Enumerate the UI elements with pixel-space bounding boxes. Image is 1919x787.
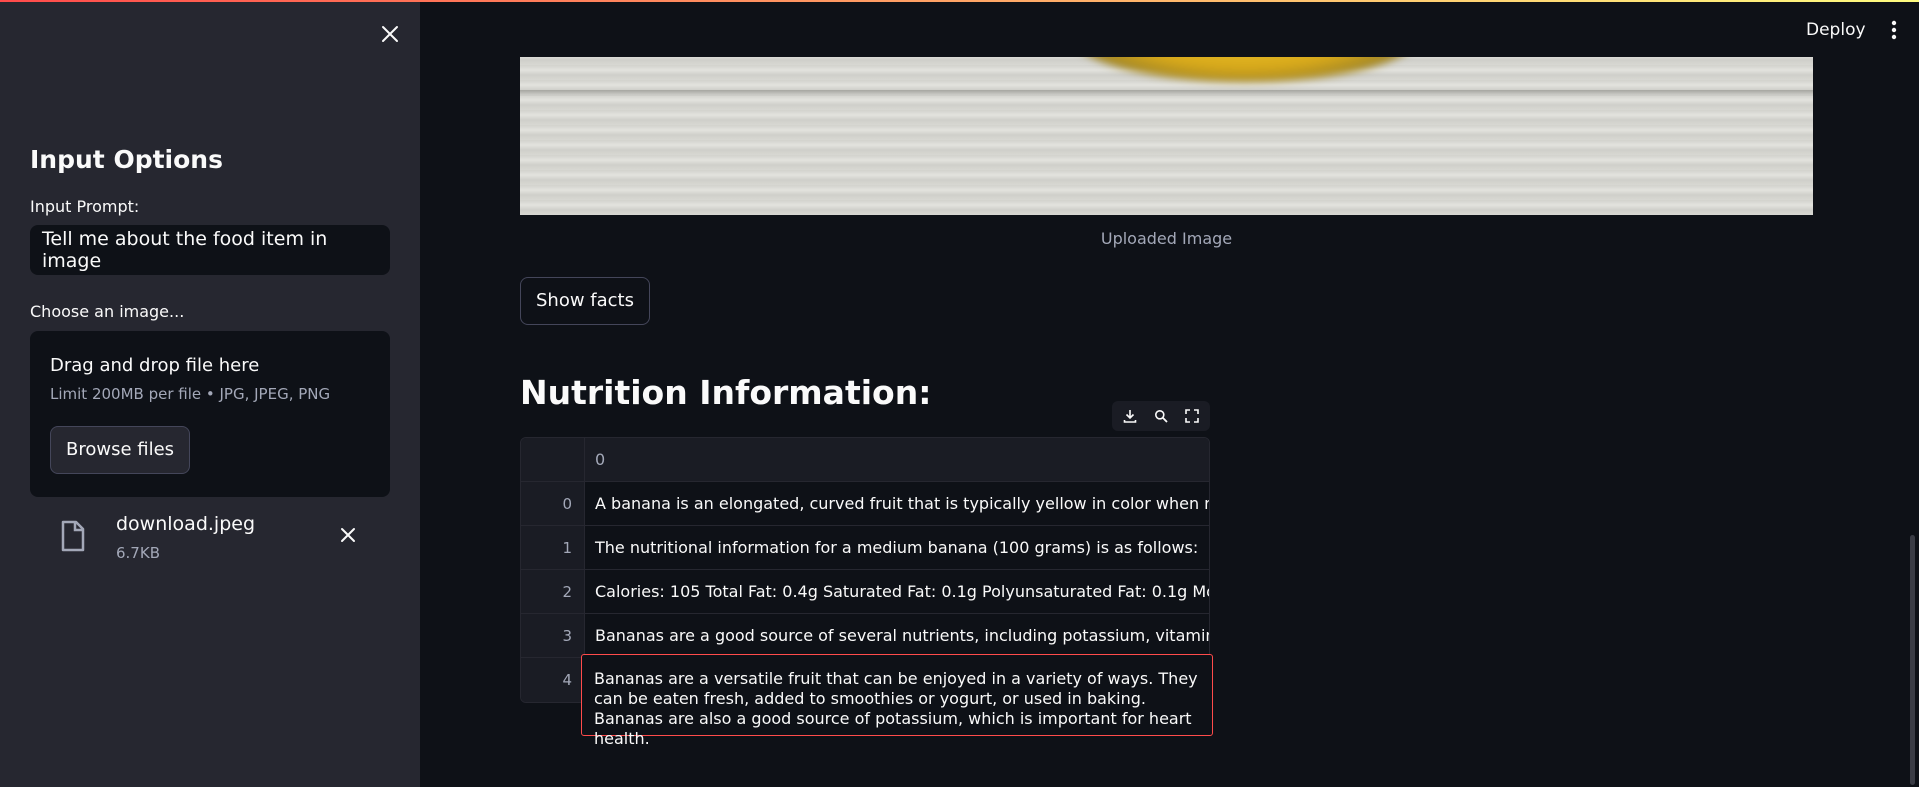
uploaded-file-item: download.jpeg 6.7KB [30, 507, 390, 569]
row-index: 1 [521, 526, 585, 569]
column-header[interactable]: 0 [585, 438, 1209, 481]
table-cell[interactable]: A banana is an elongated, curved fruit t… [585, 482, 1209, 525]
close-sidebar-button[interactable] [376, 20, 404, 48]
deploy-button[interactable]: Deploy [1794, 16, 1878, 44]
table-toolbar [1112, 401, 1210, 431]
close-icon [341, 528, 355, 542]
search-button[interactable] [1147, 402, 1174, 430]
main-menu-button[interactable] [1884, 16, 1904, 44]
input-prompt-label: Input Prompt: [30, 197, 140, 216]
table-row[interactable]: 3 Bananas are a good source of several n… [521, 614, 1209, 658]
more-vertical-icon [1891, 20, 1897, 40]
uploaded-image [520, 57, 1813, 215]
cell-editor[interactable]: Bananas are a versatile fruit that can b… [581, 654, 1213, 748]
file-dropzone[interactable]: Drag and drop file here Limit 200MB per … [30, 331, 390, 497]
index-header [521, 438, 585, 481]
table-cell[interactable]: Calories: 105 Total Fat: 0.4g Saturated … [585, 570, 1209, 613]
download-icon [1123, 410, 1136, 423]
table-cell[interactable]: The nutritional information for a medium… [585, 526, 1209, 569]
table-row[interactable]: 0 A banana is an elongated, curved fruit… [521, 482, 1209, 526]
remove-file-button[interactable] [340, 527, 356, 547]
row-index: 0 [521, 482, 585, 525]
table-row[interactable]: 2 Calories: 105 Total Fat: 0.4g Saturate… [521, 570, 1209, 614]
browse-files-button[interactable]: Browse files [50, 426, 191, 474]
choose-image-label: Choose an image... [30, 302, 185, 321]
dropzone-title: Drag and drop file here [50, 355, 260, 376]
search-icon [1154, 410, 1168, 423]
row-index: 3 [521, 614, 585, 657]
fullscreen-button[interactable] [1179, 402, 1206, 430]
sidebar-title: Input Options [30, 145, 223, 174]
dropzone-subtitle: Limit 200MB per file • JPG, JPEG, PNG [50, 385, 331, 403]
image-caption: Uploaded Image [1100, 229, 1233, 248]
row-index: 2 [521, 570, 585, 613]
fullscreen-icon [1185, 409, 1200, 423]
file-name: download.jpeg [116, 513, 256, 535]
nutrition-heading: Nutrition Information: [520, 373, 932, 412]
table-cell[interactable]: Bananas are a good source of several nut… [585, 614, 1209, 657]
download-button[interactable] [1116, 402, 1143, 430]
table-header-row: 0 [521, 438, 1209, 482]
input-prompt-field[interactable]: Tell me about the food item in image [30, 225, 390, 275]
table-row[interactable]: 1 The nutritional information for a medi… [521, 526, 1209, 570]
show-facts-button[interactable]: Show facts [520, 277, 650, 325]
file-size: 6.7KB [116, 544, 160, 562]
close-icon [382, 26, 398, 42]
row-index: 4 [521, 658, 585, 702]
file-icon [61, 520, 85, 552]
main-scrollbar[interactable] [1910, 535, 1915, 785]
